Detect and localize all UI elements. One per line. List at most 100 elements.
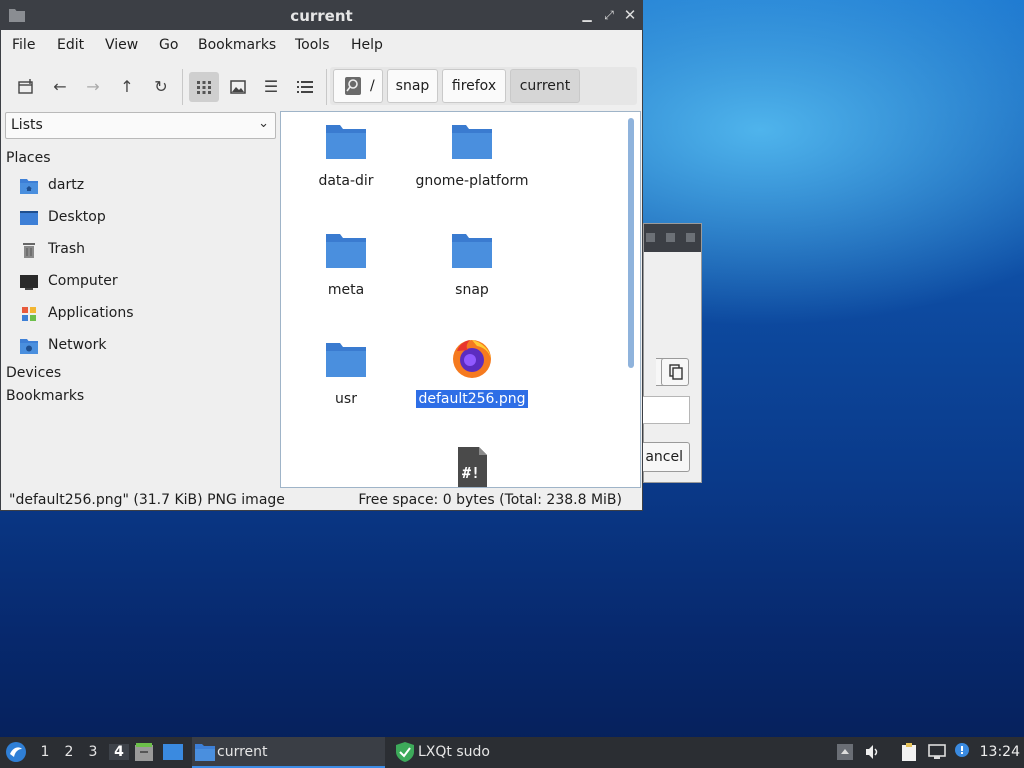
icon-view-button[interactable] [189, 72, 219, 102]
background-dialog: / ancel [636, 223, 702, 483]
folder-icon [195, 744, 215, 761]
menu-go[interactable]: Go [159, 37, 178, 53]
image-icon [230, 80, 246, 94]
arrow-left-icon: ← [53, 77, 67, 96]
toolbar-separator [182, 69, 183, 105]
menu-bar: File Edit View Go Bookmarks Tools Help [1, 30, 642, 61]
window-title: current [290, 7, 353, 25]
bookmarks-heading[interactable]: Bookmarks [6, 388, 84, 404]
status-bar: "default256.png" (31.7 KiB) PNG image Fr… [1, 490, 642, 511]
folder-icon [452, 234, 492, 268]
file-view[interactable]: data-dir gnome-platform meta snap usr de… [280, 111, 641, 488]
menu-edit[interactable]: Edit [57, 37, 84, 53]
sidebar-item-desktop[interactable]: Desktop [19, 206, 269, 232]
volume-icon[interactable] [864, 743, 882, 761]
computer-icon [20, 275, 38, 290]
dialog-copy-button[interactable] [661, 358, 689, 386]
folder-icon [326, 234, 366, 268]
toolbar: ← → ↑ ↻ ☰ / snap firefox current [1, 63, 642, 107]
forward-button[interactable]: → [78, 72, 108, 102]
dialog-close-icon[interactable] [686, 233, 695, 242]
new-tab-button[interactable] [11, 72, 41, 102]
toolbar-separator [326, 69, 327, 105]
dialog-minimize-icon[interactable] [646, 233, 655, 242]
menu-help[interactable]: Help [351, 37, 383, 53]
chevron-down-icon: ⌄ [258, 116, 269, 131]
desktop-switch-1[interactable]: 1 [37, 744, 53, 760]
folder-icon [326, 343, 366, 377]
firefox-icon [453, 340, 491, 378]
thumbnail-view-button[interactable] [223, 72, 253, 102]
close-icon[interactable]: ✕ [622, 7, 638, 23]
reload-icon: ↻ [154, 77, 168, 96]
crumb-snap[interactable]: snap [387, 69, 438, 103]
lxqt-menu-icon[interactable] [5, 741, 27, 763]
show-desktop-icon[interactable] [163, 743, 183, 762]
script-file-icon: #! [458, 447, 487, 487]
selected-file-name: default256.png [416, 390, 528, 408]
taskbar: 1 2 3 4 current LXQt sudo 13:24 [0, 737, 1024, 768]
dialog-maximize-icon[interactable] [666, 233, 675, 242]
search-icon [345, 77, 361, 95]
trash-icon [23, 243, 35, 258]
tray-arrow-up-icon[interactable] [836, 743, 854, 761]
file-manager-window: current ▁ ⤢ ✕ File Edit View Go Bookmark… [0, 0, 643, 511]
folder-icon [326, 125, 366, 159]
network-icon[interactable] [928, 743, 946, 761]
sidebar-item-network[interactable]: Network [19, 334, 269, 360]
reload-button[interactable]: ↻ [146, 72, 176, 102]
crumb-current[interactable]: current [510, 69, 580, 103]
menu-bookmarks[interactable]: Bookmarks [198, 37, 276, 53]
sidebar-item-trash[interactable]: Trash [19, 238, 269, 264]
scrollbar[interactable] [626, 116, 636, 483]
folder-icon [452, 125, 492, 159]
svg-text:#!: #! [462, 464, 480, 482]
desktop-switch-2[interactable]: 2 [61, 744, 77, 760]
task-current[interactable]: current [192, 737, 385, 768]
desktop-icon [20, 211, 38, 225]
status-selection: "default256.png" (31.7 KiB) PNG image [9, 492, 285, 508]
applications-icon [22, 307, 36, 321]
side-pane-mode-select[interactable]: Lists ⌄ [5, 112, 276, 139]
desktop-switch-3[interactable]: 3 [85, 744, 101, 760]
back-button[interactable]: ← [45, 72, 75, 102]
detailed-view-button[interactable] [290, 72, 320, 102]
scrollbar-thumb[interactable] [628, 118, 634, 368]
task-lxqt-sudo[interactable]: LXQt sudo [393, 737, 583, 768]
clock[interactable]: 13:24 [980, 744, 1020, 760]
breadcrumb: / snap firefox current [330, 67, 637, 105]
sidebar-item-home[interactable]: dartz [19, 174, 269, 200]
file-manager-launcher-icon[interactable] [134, 743, 154, 762]
new-tab-icon [18, 79, 33, 94]
clipboard-icon[interactable] [900, 743, 918, 761]
crumb-root[interactable]: / [333, 69, 383, 103]
crumb-firefox[interactable]: firefox [442, 69, 506, 103]
window-titlebar[interactable]: current ▁ ⤢ ✕ [1, 1, 642, 30]
places-heading[interactable]: Places [6, 150, 51, 166]
maximize-icon[interactable]: ⤢ [601, 7, 617, 23]
home-folder-icon [20, 179, 38, 194]
minimize-icon[interactable]: ▁ [579, 7, 595, 23]
notification-icon[interactable] [953, 742, 971, 760]
network-folder-icon [20, 339, 38, 354]
menu-view[interactable]: View [105, 37, 138, 53]
menu-file[interactable]: File [12, 37, 35, 53]
desktop-switch-4[interactable]: 4 [109, 744, 129, 760]
sidebar-item-computer[interactable]: Computer [19, 270, 269, 296]
copy-icon [669, 364, 683, 380]
dialog-cancel-button[interactable]: ancel [636, 442, 690, 472]
background-dialog-titlebar [644, 224, 701, 252]
up-button[interactable]: ↑ [112, 72, 142, 102]
devices-heading[interactable]: Devices [6, 365, 61, 381]
arrow-up-icon: ↑ [120, 77, 134, 96]
sidebar-item-applications[interactable]: Applications [19, 302, 269, 328]
status-free-space: Free space: 0 bytes (Total: 238.8 MiB) [358, 492, 622, 508]
detail-list-icon [297, 81, 313, 93]
compact-view-button[interactable]: ☰ [256, 72, 286, 102]
shield-icon [396, 742, 414, 762]
dialog-input[interactable] [642, 396, 690, 424]
list-icon: ☰ [263, 77, 279, 96]
menu-tools[interactable]: Tools [295, 37, 330, 53]
arrow-right-icon: → [86, 77, 100, 96]
grid-icon [197, 81, 211, 94]
